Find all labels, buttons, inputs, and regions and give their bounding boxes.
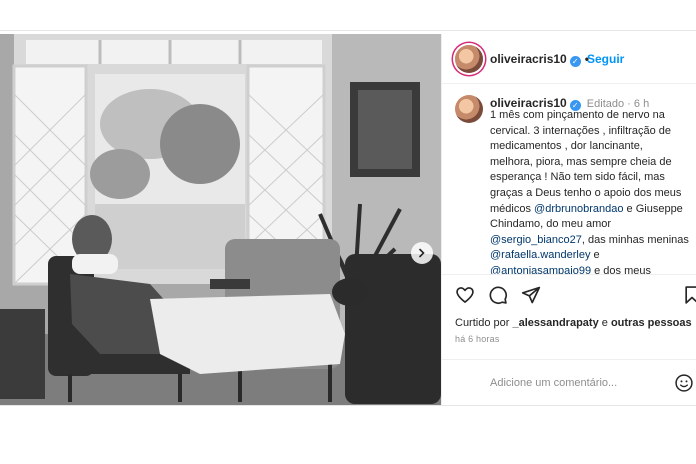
caption-line: @rafaella.wanderley e [490, 248, 695, 264]
caption-fragment: médicos [490, 202, 535, 215]
caption-line: cervical. 3 internações , infiltração de [490, 124, 695, 140]
caption-avatar[interactable] [455, 95, 483, 123]
mention-link[interactable]: @sergio_bianco27 [490, 234, 582, 246]
caption-line: melhora, piora, mas sempre cheia de [490, 155, 695, 171]
chevron-right-icon [419, 248, 425, 258]
next-photo-button[interactable] [411, 242, 433, 264]
comment-bar [442, 359, 696, 405]
photo-illustration [0, 34, 441, 405]
caption-fragment: medicamentos , dor lancinante, [490, 140, 643, 153]
likes-others-link[interactable]: outras pessoas [611, 317, 692, 329]
caption-section: oliveiracris10 ✓ Editado · 6 h 1 mês com … [442, 85, 696, 275]
author-avatar[interactable] [455, 45, 483, 73]
caption-fragment: e dos meus [591, 264, 651, 275]
mention-link[interactable]: @drbrunobrandao [534, 203, 623, 215]
caption-line: medicamentos , dor lancinante, [490, 139, 695, 155]
likes-middle: e [598, 317, 611, 329]
caption-fragment: e Giuseppe [623, 202, 683, 215]
action-bar [442, 281, 696, 309]
caption-line: graças a Deus tenho o apoio dos meus [490, 186, 695, 202]
caption-line: 1 mês com pinçamento de nervo na [490, 108, 695, 124]
likes-user-link[interactable]: _alessandrapaty [512, 317, 598, 329]
caption-fragment: cervical. 3 internações , infiltração de [490, 124, 671, 137]
post-header: oliveiracris10 ✓ • Seguir [442, 34, 696, 84]
mention-link[interactable]: @antoniasampaio99 [490, 265, 591, 274]
author-username[interactable]: oliveiracris10 ✓ • [490, 52, 593, 67]
author-username-text[interactable]: oliveiracris10 [490, 52, 567, 66]
caption-line: Chindamo, do meu amor [490, 217, 695, 233]
caption-fragment: , das minhas meninas [581, 233, 689, 246]
caption-line: esperança ! Não tem sido fácil, mas [490, 170, 695, 186]
mention-link[interactable]: @rafaella.wanderley [490, 249, 590, 261]
verified-badge-icon: ✓ [569, 56, 581, 67]
caption-line: médicos @drbrunobrandao e Giuseppe [490, 202, 695, 218]
caption-fragment: 1 mês com pinçamento de nervo na [490, 109, 665, 121]
caption-fragment: esperança ! Não tem sido fácil, mas [490, 171, 665, 184]
caption-line: @antoniasampaio99 e dos meus [490, 264, 695, 275]
bookmark-icon[interactable] [682, 285, 696, 305]
heart-icon[interactable] [455, 285, 475, 305]
paper-plane-icon[interactable] [521, 285, 541, 305]
smiley-icon[interactable] [674, 373, 694, 393]
post-timestamp[interactable]: há 6 horas [455, 334, 500, 344]
comment-icon[interactable] [488, 285, 508, 305]
post-side-panel: oliveiracris10 ✓ • Seguir oliveiracris10 ✓ … [441, 34, 696, 405]
comment-input[interactable] [490, 374, 660, 392]
caption-fragment: Chindamo, do meu amor [490, 218, 612, 231]
likes-summary: Curtido por _alessandrapaty e outras pes… [455, 317, 692, 329]
follow-button[interactable]: Seguir [587, 52, 624, 66]
caption-fragment: e [590, 249, 600, 262]
caption-text: 1 mês com pinçamento de nervo na cervical… [490, 108, 695, 275]
caption-fragment: melhora, piora, mas sempre cheia de [490, 155, 672, 168]
post-photo[interactable] [0, 34, 441, 405]
caption-fragment: graças a Deus tenho o apoio dos meus [490, 186, 682, 199]
caption-line: @sergio_bianco27, das minhas meninas [490, 233, 695, 249]
likes-prefix: Curtido por [455, 317, 513, 329]
